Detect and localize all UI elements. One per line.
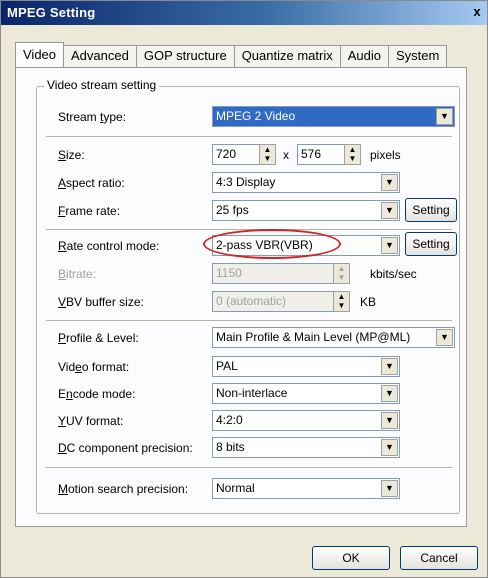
frame-rate-setting-button[interactable]: Setting (405, 198, 457, 222)
tab-strip: Video Advanced GOP structure Quantize ma… (15, 42, 448, 67)
vbv-unit: KB (360, 295, 377, 309)
frame-rate-label: Frame rate: (58, 204, 121, 218)
rate-control-label: Rate control mode: (58, 239, 160, 253)
aspect-ratio-value: 4:3 Display (216, 175, 276, 189)
tab-video[interactable]: Video (15, 42, 65, 67)
chevron-down-icon[interactable]: ▼ (381, 174, 398, 191)
width-spinner-icon[interactable]: ▲ ▼ (259, 144, 276, 165)
tab-audio[interactable]: Audio (339, 45, 389, 67)
encode-mode-label: Encode mode: (58, 387, 136, 401)
frame-rate-select[interactable]: 25 fps ▼ (212, 200, 400, 221)
height-spinner-icon[interactable]: ▲ ▼ (344, 144, 361, 165)
close-icon[interactable]: x (469, 4, 485, 20)
chevron-down-icon[interactable]: ▼ (381, 480, 398, 497)
motion-select[interactable]: Normal ▼ (212, 478, 400, 499)
stream-type-label: Stream type: (58, 110, 127, 124)
bitrate-label: Bitrate: (58, 267, 97, 281)
bitrate-unit: kbits/sec (370, 267, 417, 281)
separator (46, 136, 452, 138)
motion-label: Motion search precision: (58, 482, 189, 496)
encode-mode-select[interactable]: Non-interlace ▼ (212, 383, 400, 404)
vbv-spinner-icon[interactable]: ▲ ▼ (333, 291, 350, 312)
aspect-ratio-label: Aspect ratio: (58, 176, 125, 190)
tab-gop-structure[interactable]: GOP structure (135, 45, 235, 67)
chevron-down-icon[interactable]: ▼ (381, 358, 398, 375)
bitrate-input[interactable]: 1150 (212, 263, 350, 284)
profile-value: Main Profile & Main Level (MP@ML) (216, 330, 411, 344)
rate-control-setting-button[interactable]: Setting (405, 232, 457, 256)
video-format-select[interactable]: PAL ▼ (212, 356, 400, 377)
size-label: Size: (58, 148, 85, 162)
yuv-format-label: YUV format: (58, 414, 124, 428)
chevron-down-icon[interactable]: ▼ (381, 202, 398, 219)
separator (46, 467, 452, 469)
dc-precision-select[interactable]: 8 bits ▼ (212, 437, 400, 458)
motion-value: Normal (216, 481, 255, 495)
chevron-down-icon[interactable]: ▼ (436, 329, 453, 346)
dc-precision-label: DC component precision: (58, 441, 193, 455)
chevron-down-icon[interactable]: ▼ (381, 439, 398, 456)
video-format-label: Video format: (58, 360, 130, 374)
size-separator: x (283, 148, 289, 162)
stream-type-value: MPEG 2 Video (216, 109, 296, 123)
stream-type-select[interactable]: MPEG 2 Video ▼ (212, 106, 455, 127)
cancel-button[interactable]: Cancel (400, 546, 478, 570)
tab-system[interactable]: System (387, 45, 448, 67)
rate-control-value: 2-pass VBR(VBR) (216, 238, 313, 252)
dc-precision-value: 8 bits (216, 440, 245, 454)
bitrate-spinner-icon[interactable]: ▲ ▼ (333, 263, 350, 284)
encode-mode-value: Non-interlace (216, 386, 288, 400)
profile-select[interactable]: Main Profile & Main Level (MP@ML) ▼ (212, 327, 455, 348)
tab-advanced[interactable]: Advanced (63, 45, 137, 67)
vbv-label: VBV buffer size: (58, 295, 144, 309)
tab-quantize-matrix[interactable]: Quantize matrix (233, 45, 341, 67)
size-unit: pixels (370, 148, 401, 162)
chevron-down-icon[interactable]: ▼ (436, 108, 453, 125)
chevron-down-icon[interactable]: ▼ (381, 412, 398, 429)
separator (46, 320, 452, 322)
rate-control-select[interactable]: 2-pass VBR(VBR) ▼ (212, 235, 400, 256)
ok-button[interactable]: OK (312, 546, 390, 570)
separator (46, 229, 452, 231)
chevron-down-icon[interactable]: ▼ (381, 237, 398, 254)
window-title: MPEG Setting (7, 5, 96, 20)
vbv-input[interactable]: 0 (automatic) (212, 291, 350, 312)
title-bar[interactable]: MPEG Setting x (1, 1, 487, 25)
frame-rate-value: 25 fps (216, 203, 249, 217)
aspect-ratio-select[interactable]: 4:3 Display ▼ (212, 172, 400, 193)
yuv-format-select[interactable]: 4:2:0 ▼ (212, 410, 400, 431)
chevron-down-icon[interactable]: ▼ (381, 385, 398, 402)
yuv-format-value: 4:2:0 (216, 413, 243, 427)
profile-label: Profile & Level: (58, 331, 139, 345)
group-title: Video stream setting (44, 78, 160, 92)
video-format-value: PAL (216, 359, 238, 373)
